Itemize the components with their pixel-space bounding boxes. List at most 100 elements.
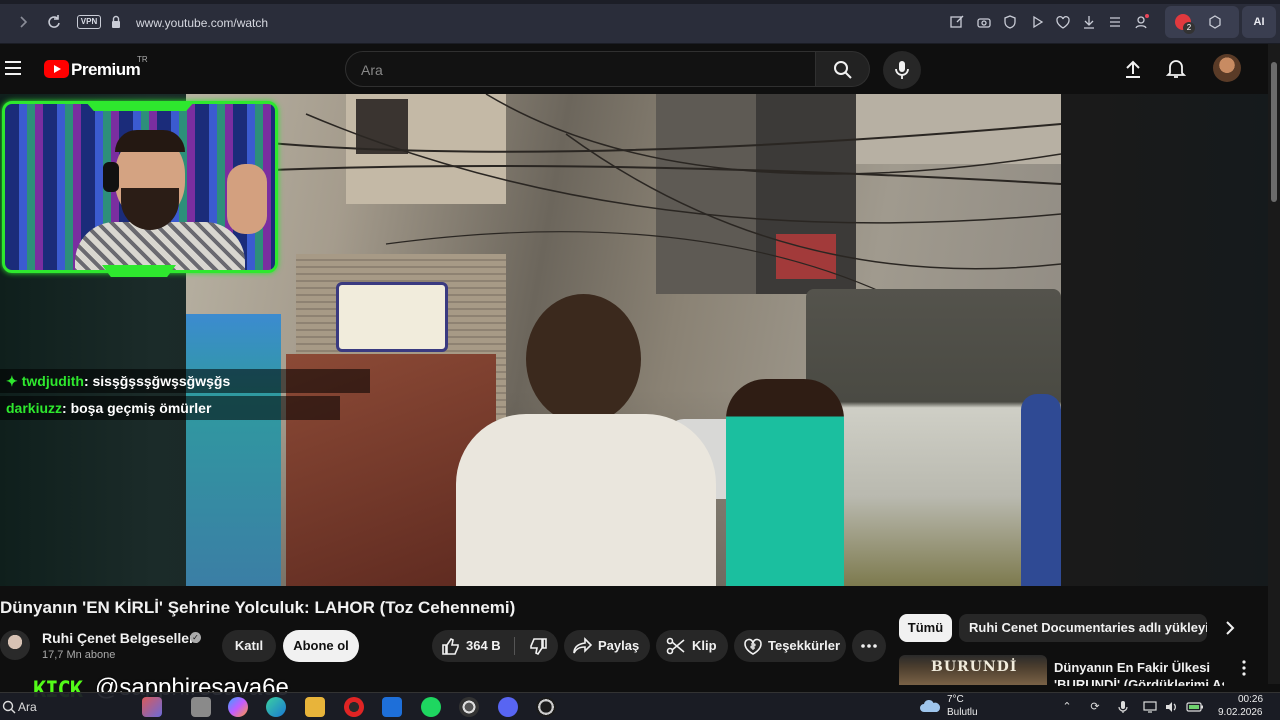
thumbnail-text: BURUNDİ — [931, 659, 1018, 675]
more-horizontal-icon — [861, 644, 877, 648]
recommendation-title-line2[interactable]: 'BURUNDİ' (Gördüklerimi Asla — [1054, 676, 1224, 686]
discord-icon[interactable] — [498, 697, 518, 717]
streamer-webcam — [2, 101, 278, 273]
rickshaw — [186, 314, 281, 586]
like-count: 364 B — [466, 638, 501, 653]
cube-extension-icon[interactable] — [1207, 14, 1223, 30]
chat-text: : sisşğşsşğwşsğwşğs — [83, 373, 231, 389]
copilot-icon[interactable] — [228, 697, 248, 717]
upload-button[interactable] — [1122, 58, 1144, 80]
edit-page-icon[interactable] — [948, 13, 966, 31]
clock-date[interactable]: 9.02.2026 — [1218, 707, 1263, 718]
person-foreground — [456, 294, 716, 586]
scissors-icon — [666, 637, 685, 655]
divider — [514, 637, 515, 655]
weather-condition: Bulutlu — [947, 707, 978, 718]
reload-icon[interactable] — [45, 13, 63, 31]
microphone-icon[interactable] — [1116, 700, 1130, 714]
upload-icon — [1126, 60, 1140, 78]
obs-icon[interactable] — [536, 697, 556, 717]
volume-icon[interactable] — [1164, 700, 1178, 714]
spotify-icon[interactable] — [421, 697, 441, 717]
chat-username: darkiuzz — [6, 400, 63, 416]
youtube-header: Premium TR Ara — [0, 44, 1268, 94]
menu-lines-icon[interactable] — [1106, 13, 1124, 31]
outlook-icon[interactable] — [382, 697, 402, 717]
thanks-icon — [744, 638, 762, 655]
person-blue — [1021, 394, 1061, 586]
battery-icon[interactable] — [1186, 700, 1204, 714]
opera-icon[interactable] — [344, 697, 364, 717]
microphone-icon — [895, 61, 909, 79]
chevron-right-icon[interactable] — [1218, 616, 1242, 640]
join-button[interactable]: Katıl — [222, 630, 276, 662]
like-dislike-group: 364 B — [432, 630, 558, 662]
menu-icon[interactable] — [5, 61, 21, 75]
sync-icon[interactable]: ⟳ — [1088, 700, 1102, 714]
logo-text[interactable]: Premium — [71, 60, 141, 80]
subscribe-button[interactable]: Abone ol — [283, 630, 359, 662]
lock-icon[interactable] — [107, 13, 125, 31]
clock-time[interactable]: 00:26 — [1238, 694, 1263, 705]
ai-button[interactable]: AI — [1242, 6, 1276, 38]
shield-icon[interactable] — [1001, 13, 1019, 31]
dislike-button[interactable] — [518, 630, 558, 662]
browser-toolbar: VPN www.youtube.com/watch 2 AI — [0, 0, 1280, 44]
filter-chip-channel[interactable]: Ruhi Cenet Documentaries adlı yükleyicid… — [959, 614, 1207, 642]
cloud-icon[interactable] — [918, 698, 942, 714]
chevron-up-icon[interactable]: ⌃ — [1060, 700, 1074, 714]
chat-text: : boşa geçmiş ömürler — [62, 400, 212, 416]
camera-icon[interactable] — [975, 13, 993, 31]
windows-taskbar: Ara 7°C Bulutlu ⌃ ⟳ 00:26 9.02.2026 — [0, 692, 1280, 720]
folder-icon[interactable] — [305, 697, 325, 717]
play-icon[interactable] — [1028, 13, 1046, 31]
more-actions-button[interactable] — [852, 630, 886, 662]
bell-icon — [1165, 60, 1187, 78]
profile-icon[interactable] — [1132, 13, 1150, 31]
search-placeholder: Ara — [361, 62, 383, 78]
notifications-button[interactable] — [1165, 57, 1187, 79]
download-icon[interactable] — [1080, 13, 1098, 31]
page-scrollbar[interactable] — [1268, 44, 1280, 684]
channel-name[interactable]: Ruhi Çenet Belgeselleri — [42, 630, 198, 646]
heart-icon[interactable] — [1054, 13, 1072, 31]
video-frame[interactable] — [186, 94, 1061, 586]
thanks-label: Teşekkürler — [768, 638, 841, 653]
search-input[interactable]: Ara — [345, 51, 816, 87]
search-button[interactable] — [816, 51, 870, 87]
forward-icon[interactable] — [14, 13, 32, 31]
recommendation-thumbnail[interactable]: BURUNDİ — [899, 655, 1047, 685]
like-button[interactable]: 364 B — [432, 630, 512, 662]
search-icon[interactable] — [2, 700, 16, 714]
clip-label: Klip — [692, 638, 717, 653]
thanks-button[interactable]: Teşekkürler — [734, 630, 846, 662]
channel-avatar[interactable] — [0, 630, 30, 660]
video-title: Dünyanın 'EN KİRLİ' Şehrine Yolculuk: LA… — [0, 598, 516, 617]
extensions-group: 2 — [1165, 6, 1239, 38]
vpn-badge[interactable]: VPN — [77, 15, 101, 29]
chat-username: twdjudith — [21, 373, 84, 389]
scrollbar-thumb[interactable] — [1271, 62, 1277, 202]
network-icon[interactable] — [1143, 700, 1157, 714]
verified-badge-icon: ✓ — [190, 632, 201, 643]
recommendation-title[interactable]: Dünyanın En Fakir Ülkesi — [1054, 659, 1224, 676]
taskbar-search-label[interactable]: Ara — [18, 700, 37, 714]
ai-label: AI — [1253, 16, 1265, 28]
thumbs-up-icon — [442, 637, 459, 655]
youtube-logo-icon[interactable] — [44, 60, 69, 78]
file-explorer-icon[interactable] — [191, 697, 211, 717]
account-avatar[interactable] — [1213, 54, 1241, 82]
edge-icon[interactable] — [266, 697, 286, 717]
filter-chip-all[interactable]: Tümü — [899, 614, 952, 642]
shop-sign — [336, 282, 448, 352]
app-thumbnail-icon[interactable] — [142, 697, 162, 717]
voice-search-button[interactable] — [883, 51, 921, 89]
notification-count: 2 — [1183, 22, 1195, 34]
more-vertical-icon[interactable] — [1238, 660, 1250, 676]
share-button[interactable]: Paylaş — [564, 630, 650, 662]
address-bar[interactable]: www.youtube.com/watch — [136, 16, 268, 30]
clip-button[interactable]: Klip — [656, 630, 728, 662]
chatgpt-icon[interactable] — [459, 697, 479, 717]
tab-strip — [0, 0, 1280, 4]
chat-badge-icon: ✦ — [6, 373, 18, 389]
